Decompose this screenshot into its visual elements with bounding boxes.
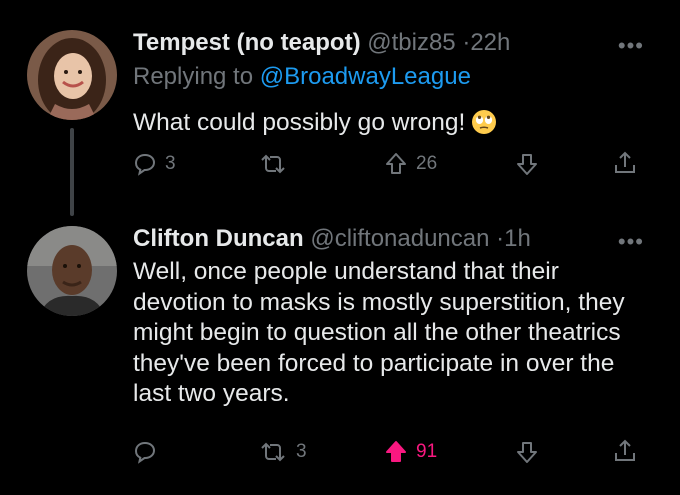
like-button[interactable]: 26 xyxy=(384,152,437,176)
timestamp[interactable]: 1h xyxy=(504,225,531,252)
tweet-header: Tempest (no teapot) @tbiz85 ·22h xyxy=(133,28,510,58)
face-with-rolling-eyes-icon xyxy=(471,109,497,144)
user-handle[interactable]: @cliftonaduncan xyxy=(310,225,489,252)
timestamp[interactable]: 22h xyxy=(470,29,510,56)
avatar[interactable] xyxy=(27,226,117,316)
up-arrow-icon xyxy=(386,153,406,174)
retweet-button[interactable]: 3 xyxy=(258,440,307,464)
retweet-icon xyxy=(261,442,285,462)
separator: · xyxy=(496,225,505,252)
down-arrow-icon xyxy=(517,154,537,175)
user-handle[interactable]: @tbiz85 xyxy=(367,29,455,56)
up-arrow-filled-icon xyxy=(386,441,406,462)
reply-button[interactable]: 3 xyxy=(133,152,176,176)
display-name[interactable]: Tempest (no teapot) xyxy=(133,29,361,56)
more-options-button[interactable]: ••• xyxy=(618,35,644,57)
replying-to: Replying to @BroadwayLeague xyxy=(133,62,471,92)
tweet-text: Well, once people understand that their … xyxy=(133,257,653,410)
share-icon xyxy=(615,151,635,173)
downvote-button[interactable] xyxy=(515,440,539,464)
display-name[interactable]: Clifton Duncan xyxy=(133,225,304,252)
retweet-count: 3 xyxy=(296,441,307,462)
share-button[interactable] xyxy=(612,150,638,176)
downvote-button[interactable] xyxy=(515,152,539,176)
like-count: 91 xyxy=(416,441,438,462)
reply-button[interactable] xyxy=(133,440,165,464)
tweet-text-content: What could possibly go wrong! xyxy=(133,109,466,136)
replying-to-handle[interactable]: @BroadwayLeague xyxy=(260,63,471,90)
tweet-text: What could possibly go wrong! xyxy=(133,108,653,144)
retweet-icon xyxy=(261,154,285,174)
replying-to-label: Replying to xyxy=(133,63,254,90)
tweet-text-content: Well, once people understand that their … xyxy=(133,258,625,407)
reply-count: 3 xyxy=(165,153,176,174)
tweet-header: Clifton Duncan @cliftonaduncan ·1h xyxy=(133,224,531,254)
tweet-actions: 3 26 xyxy=(0,148,680,188)
like-count: 26 xyxy=(416,153,438,174)
reply-icon xyxy=(134,153,156,176)
down-arrow-icon xyxy=(517,442,537,463)
reply-icon xyxy=(134,441,156,464)
more-options-button[interactable]: ••• xyxy=(618,231,644,253)
share-button[interactable] xyxy=(612,438,638,464)
like-button[interactable]: 91 xyxy=(384,440,437,464)
share-icon xyxy=(615,439,635,461)
retweet-button[interactable] xyxy=(258,152,296,176)
avatar[interactable] xyxy=(27,30,117,120)
tweet-actions: 3 91 xyxy=(0,436,680,476)
